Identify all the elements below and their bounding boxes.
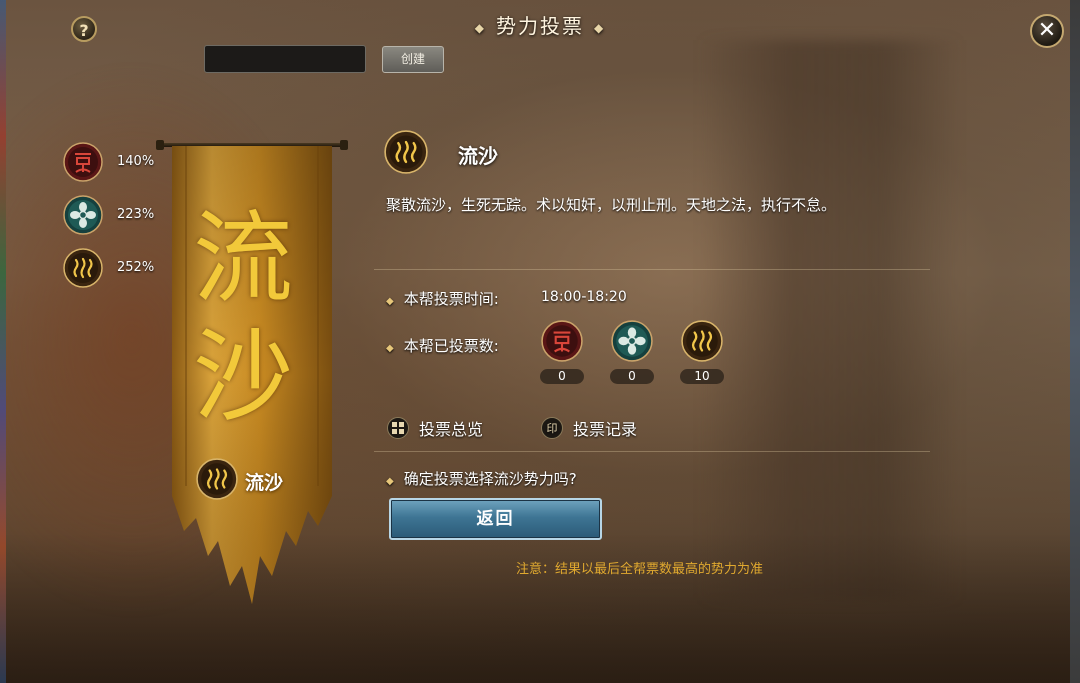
red-seal-emblem-icon [63,142,103,182]
diamond-bullet-icon: ◆ [386,296,394,307]
window-title-text: 势力投票 [496,14,584,38]
banner-big-text: 流沙 [193,200,293,435]
banner-faction-name: 流沙 [245,472,284,494]
faction-motto: 聚散流沙，生死无踪。术以知奸，以刑止刑。天地之法，执行不怠。 [386,196,837,214]
create-button[interactable]: 创建 [382,46,444,73]
diamond-icon: ◆ [474,20,486,35]
vote-count-liusha: 10 [680,369,724,384]
faction-name-input[interactable] [204,45,366,73]
faction-item-liusha[interactable]: 252% [63,248,173,301]
faction-item-qing[interactable]: 223% [63,195,173,248]
help-button[interactable]: ? [71,16,97,42]
diamond-bullet-icon: ◆ [386,476,394,487]
result-notice: 注意：结果以最后全帮票数最高的势力为准 [516,562,764,577]
vote-record-label: 投票记录 [573,420,638,439]
scene-background [0,0,1080,683]
red-seal-emblem-icon [541,320,583,362]
gold-sand-emblem-icon [681,320,723,362]
confirm-question: ◆ 确定投票选择流沙势力吗? [386,468,577,489]
selected-faction-name: 流沙 [458,144,498,168]
vote-count-label-text: 本帮已投票数: [403,337,499,355]
vote-time-label-text: 本帮投票时间: [403,290,499,308]
divider [374,269,930,270]
gold-sand-emblem-icon [196,458,238,500]
background-tower [700,40,960,600]
vote-overview-link[interactable]: 投票总览 [387,416,483,440]
gold-sand-emblem-icon [384,130,428,174]
vote-record-link[interactable]: 印 投票记录 [541,416,637,440]
faction-percent: 252% [117,260,155,275]
desktop-edge-right [1070,0,1080,683]
title-bar: ◆ 势力投票 ◆ [0,10,1080,39]
gold-sand-emblem-icon [63,248,103,288]
desktop-edge-left [0,0,6,683]
confirm-question-text: 确定投票选择流沙势力吗? [403,470,577,488]
vote-time-label: ◆ 本帮投票时间: [386,288,499,309]
teal-lotus-emblem-icon [63,195,103,235]
vote-count-chi: 0 [540,369,584,384]
faction-item-chi[interactable]: 140% [63,142,173,195]
window-title: ◆ 势力投票 ◆ [465,10,615,39]
teal-lotus-emblem-icon [611,320,653,362]
faction-percent: 140% [117,154,155,169]
back-button[interactable]: 返回 [389,498,602,540]
background-floor [0,533,1080,683]
grid-icon [387,417,409,439]
divider [374,451,930,452]
vote-time-value: 18:00-18:20 [541,289,627,305]
diamond-bullet-icon: ◆ [386,343,394,354]
vote-overview-label: 投票总览 [419,420,484,439]
vote-count-qing: 0 [610,369,654,384]
faction-percent: 223% [117,207,155,222]
diamond-icon: ◆ [594,20,606,35]
close-button[interactable]: ✕ [1030,14,1064,48]
faction-list: 140% 223% 252% [63,142,173,301]
seal-icon: 印 [541,417,563,439]
vote-count-label: ◆ 本帮已投票数: [386,335,499,356]
